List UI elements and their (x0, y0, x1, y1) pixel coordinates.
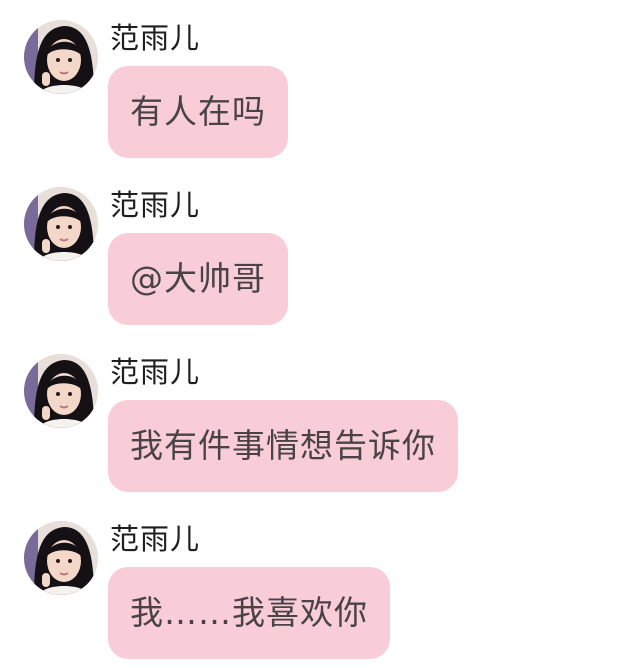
message-row: 范雨儿 我有件事情想告诉你 (0, 334, 640, 494)
message-bubble[interactable]: @大帅哥 (108, 233, 288, 325)
message-bubble[interactable]: 有人在吗 (108, 66, 288, 158)
sender-name: 范雨儿 (110, 188, 201, 222)
message-row: 范雨儿 有人在吗 (0, 0, 640, 160)
sender-name: 范雨儿 (110, 21, 201, 55)
avatar[interactable] (24, 521, 98, 595)
sender-name: 范雨儿 (110, 522, 201, 556)
message-row: 范雨儿 我……我喜欢你 (0, 501, 640, 661)
avatar[interactable] (24, 187, 98, 261)
sender-name: 范雨儿 (110, 355, 201, 389)
avatar-photo-icon (24, 354, 98, 428)
avatar-photo-icon (24, 20, 98, 94)
chat-thread: 范雨儿 有人在吗 范雨儿 @大帅哥 范雨儿 我有件事情想告诉你 范雨儿 我……我… (0, 0, 640, 668)
message-bubble[interactable]: 我有件事情想告诉你 (108, 400, 458, 492)
message-row: 范雨儿 @大帅哥 (0, 167, 640, 327)
avatar-photo-icon (24, 187, 98, 261)
avatar[interactable] (24, 20, 98, 94)
message-bubble[interactable]: 我……我喜欢你 (108, 567, 390, 659)
avatar[interactable] (24, 354, 98, 428)
avatar-photo-icon (24, 521, 98, 595)
